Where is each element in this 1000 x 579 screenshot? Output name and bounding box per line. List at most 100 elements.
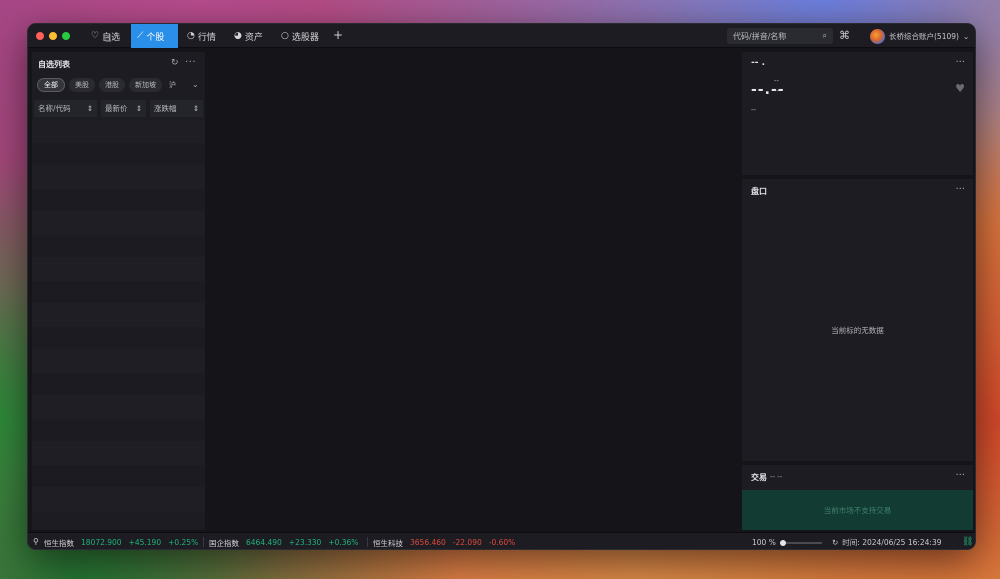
zoom-control[interactable]: 100 % — [752, 538, 822, 547]
index-ticker-hstech[interactable]: 恒生科技 3656.460 -22.090 -0.60% — [373, 538, 515, 549]
index-pct: -0.60% — [488, 538, 516, 547]
zoom-slider-handle[interactable] — [779, 539, 786, 546]
add-tab-button[interactable]: + — [333, 28, 343, 42]
tab-label: 选股器 — [291, 32, 319, 43]
list-item[interactable] — [32, 235, 205, 258]
column-change-pct[interactable]: 涨跌幅 ⇕ — [150, 100, 203, 117]
sort-icon: ⇕ — [86, 104, 93, 113]
index-name: 国企指数 — [209, 539, 239, 548]
index-value: 18072.900 — [81, 538, 122, 547]
index-name: 恒生指数 — [44, 539, 74, 548]
tab-screener[interactable]: ○ 选股器 — [275, 24, 325, 48]
search-icon: ⌕ — [822, 31, 827, 40]
tab-assets[interactable]: ◕ 资产 — [228, 24, 269, 48]
tab-label: 资产 — [244, 32, 263, 43]
list-item[interactable] — [32, 488, 205, 511]
more-icon[interactable]: ··· — [185, 57, 196, 68]
index-change: +45.190 — [128, 538, 162, 547]
sort-icon: ⇕ — [135, 104, 142, 113]
mouse-cursor-icon: ☝ — [105, 32, 112, 45]
trade-notice: 当前市场不支持交易 — [823, 505, 892, 515]
tab-label: 个股 — [146, 32, 165, 43]
stock-code: -- . — [751, 58, 766, 68]
list-item[interactable] — [32, 465, 205, 488]
list-item[interactable] — [32, 143, 205, 166]
filter-hk[interactable]: 港股 — [99, 78, 125, 92]
list-item[interactable] — [32, 373, 205, 396]
close-window-button[interactable] — [36, 32, 44, 40]
chevron-down-icon: ⌄ — [962, 31, 970, 41]
assets-icon: ◕ — [234, 31, 242, 41]
filter-all[interactable]: 全部 — [37, 78, 65, 92]
trade-panel: 交易 -- -- ··· 当前市场不支持交易 — [742, 465, 973, 530]
sort-icon: ⇕ — [192, 104, 199, 113]
list-item[interactable] — [32, 350, 205, 373]
tab-market[interactable]: ◔ 行情 — [181, 24, 222, 48]
list-item[interactable] — [32, 258, 205, 281]
tab-stock[interactable]: ⟋ 个股 — [131, 24, 178, 48]
index-ticker-hscei[interactable]: 国企指数 6464.490 +23.330 +0.36% — [209, 538, 358, 549]
list-item[interactable] — [32, 396, 205, 419]
account-switcher[interactable]: 长桥综合账户(5109) ⌄ — [870, 28, 969, 44]
index-ticker-hsi[interactable]: 恒生指数 18072.900 +45.190 +0.25% — [44, 538, 198, 549]
zoom-window-button[interactable] — [62, 32, 70, 40]
tab-label: 行情 — [197, 32, 216, 43]
list-item[interactable] — [32, 120, 205, 143]
market-icon: ◔ — [187, 31, 195, 41]
status-bar: ⚲ 恒生指数 18072.900 +45.190 +0.25% 国企指数 646… — [28, 532, 975, 549]
zoom-level: 100 % — [752, 538, 776, 547]
apps-grid-icon[interactable]: ⌘ — [839, 29, 850, 42]
heart-icon: ♡ — [91, 31, 100, 41]
stock-icon: ⟋ — [137, 31, 144, 41]
chevron-down-icon[interactable]: ⌄ — [192, 80, 199, 89]
list-item[interactable] — [32, 166, 205, 189]
column-name-code[interactable]: 名称/代码 ⇕ — [34, 100, 97, 117]
column-label: 名称/代码 — [38, 104, 71, 113]
index-pct: +0.36% — [328, 538, 359, 547]
list-item[interactable] — [32, 442, 205, 465]
connection-link-icon[interactable]: ⛓ — [962, 537, 973, 547]
search-input[interactable]: 代码/拼音/名称 ⌕ — [727, 28, 833, 44]
avatar — [870, 28, 885, 44]
list-item[interactable] — [32, 189, 205, 212]
list-item[interactable] — [32, 327, 205, 350]
current-time: 时间: 2024/06/25 16:24:39 — [842, 538, 942, 547]
lightbulb-icon[interactable]: ⚲ — [33, 537, 39, 546]
index-change: +23.330 — [288, 538, 322, 547]
refresh-icon[interactable]: ↻ — [832, 538, 838, 547]
list-item[interactable] — [32, 212, 205, 235]
screener-icon: ○ — [281, 31, 289, 41]
price-change-pct: -- — [774, 87, 780, 95]
list-item[interactable] — [32, 281, 205, 304]
index-value: 6464.490 — [246, 538, 282, 547]
favorite-heart-icon[interactable]: ♥ — [955, 82, 965, 95]
column-label: 最新价 — [105, 104, 128, 113]
list-item[interactable] — [32, 419, 205, 442]
quote-subtext: -- — [751, 106, 757, 114]
filter-us[interactable]: 美股 — [69, 78, 95, 92]
watchlist-title: 自选列表 — [38, 60, 70, 69]
clock: ↻ 时间: 2024/06/25 16:24:39 — [832, 537, 942, 548]
more-icon[interactable]: ··· — [955, 57, 965, 68]
index-pct: +0.25% — [168, 538, 199, 547]
minimize-window-button[interactable] — [49, 32, 57, 40]
quote-panel: -- . ··· --.-- -- -- -- ♥ — [742, 52, 973, 175]
index-value: 3656.460 — [410, 538, 446, 547]
empty-state-text: 当前标的无数据 — [831, 326, 884, 335]
zoom-slider[interactable] — [779, 539, 822, 546]
order-book-title: 盘口 — [751, 187, 767, 196]
trade-subtitle: -- -- — [770, 473, 783, 481]
chart-area[interactable] — [208, 52, 739, 530]
refresh-icon[interactable]: ↻ — [171, 58, 179, 68]
list-item[interactable] — [32, 304, 205, 327]
watchlist-rows — [32, 120, 205, 511]
divider — [203, 537, 204, 547]
price-change: -- — [774, 77, 780, 85]
filter-sh[interactable]: 沪 — [166, 78, 179, 92]
more-icon[interactable]: ··· — [955, 470, 965, 481]
filter-sg[interactable]: 新加坡 — [129, 78, 162, 92]
column-last-price[interactable]: 最新价 ⇕ — [101, 100, 146, 117]
index-change: -22.090 — [452, 538, 482, 547]
more-icon[interactable]: ··· — [955, 184, 965, 195]
watchlist-panel: 自选列表 ↻ ··· 全部 美股 港股 新加坡 沪 ⌄ 名称/代码 ⇕ 最新价 … — [32, 52, 205, 530]
